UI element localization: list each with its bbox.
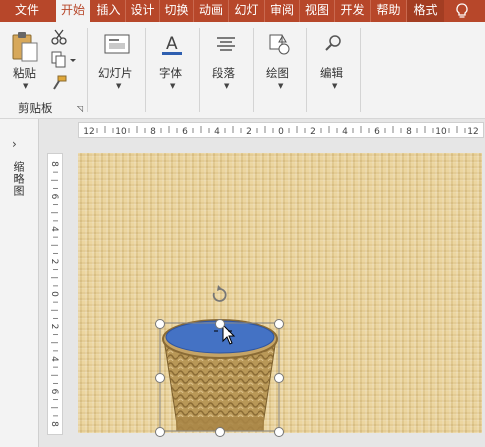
format-painter-icon[interactable] bbox=[50, 74, 68, 92]
ruler-tick-label: 10 bbox=[115, 127, 127, 137]
group-divider bbox=[360, 28, 361, 112]
drawing-dropdown-arrow[interactable]: ▼ bbox=[278, 82, 283, 90]
resize-handle-top-right[interactable] bbox=[274, 319, 284, 329]
font-dropdown-arrow[interactable]: ▼ bbox=[170, 82, 175, 90]
editing-dropdown-arrow[interactable]: ▼ bbox=[332, 82, 337, 90]
tab-animations[interactable]: 动画 bbox=[194, 0, 229, 22]
ruler-tick-label: 12 bbox=[83, 127, 94, 137]
ruler-tick-label: 6 bbox=[49, 194, 59, 200]
group-divider bbox=[306, 28, 307, 112]
drawing-label[interactable]: 绘图 bbox=[266, 65, 289, 81]
ruler-tick-label: 8 bbox=[49, 421, 59, 427]
clipboard-group-label: 剪贴板 bbox=[18, 101, 53, 115]
editing-icon[interactable] bbox=[320, 30, 354, 64]
editing-label[interactable]: 编辑 bbox=[320, 65, 343, 81]
ruler-tick-label: 2 bbox=[49, 324, 59, 330]
paragraph-dropdown-arrow[interactable]: ▼ bbox=[224, 82, 229, 90]
paragraph-label[interactable]: 段落 bbox=[212, 65, 235, 81]
lightbulb-icon[interactable] bbox=[452, 0, 472, 22]
expand-pane-icon[interactable]: › bbox=[12, 137, 17, 151]
slides-dropdown-arrow[interactable]: ▼ bbox=[116, 82, 121, 90]
tab-review[interactable]: 审阅 bbox=[265, 0, 300, 22]
ruler-tick-label: 0 bbox=[278, 127, 284, 137]
ribbon-tab-bar: 文件 开始 插入 设计 切换 动画 幻灯 审阅 视图 开发 帮助 格式 bbox=[0, 0, 485, 23]
resize-handle-bottom-right[interactable] bbox=[274, 427, 284, 437]
ruler-tick-label: 4 bbox=[49, 226, 59, 232]
resize-handle-top-left[interactable] bbox=[155, 319, 165, 329]
paste-dropdown-arrow[interactable]: ▼ bbox=[23, 82, 28, 90]
slides-icon[interactable] bbox=[103, 30, 137, 64]
ruler-tick-label: 6 bbox=[374, 127, 380, 137]
resize-handle-right[interactable] bbox=[274, 373, 284, 383]
resize-handle-bottom-left[interactable] bbox=[155, 427, 165, 437]
tab-insert[interactable]: 插入 bbox=[92, 0, 126, 22]
tab-format[interactable]: 格式 bbox=[407, 0, 444, 22]
resize-handle-bottom[interactable] bbox=[215, 427, 225, 437]
ruler-tick-label: 4 bbox=[342, 127, 348, 137]
ribbon: 粘贴 ▼ 剪贴板 ◹ 幻灯片 ▼ A 字体 ▼ 段落 ▼ 绘图 ▼ 编辑 ▼ bbox=[0, 22, 485, 119]
thumbnail-pane-label: 缩略图 bbox=[12, 161, 25, 197]
paste-label[interactable]: 粘贴 bbox=[13, 65, 36, 81]
horizontal-ruler: 12 10 8 6 4 2 0 2 4 6 8 10 12 bbox=[78, 122, 484, 138]
rotate-icon[interactable] bbox=[212, 285, 227, 302]
ruler-tick-label: 8 bbox=[150, 127, 156, 137]
vertical-ruler: 8 6 4 2 0 2 4 6 8 bbox=[47, 153, 63, 435]
group-divider bbox=[199, 28, 200, 112]
thumbnail-pane[interactable]: › 缩略图 bbox=[0, 119, 39, 447]
tab-file[interactable]: 文件 bbox=[0, 0, 54, 22]
ruler-tick-label: 6 bbox=[182, 127, 188, 137]
cut-icon[interactable] bbox=[50, 28, 68, 46]
tab-developer[interactable]: 开发 bbox=[335, 0, 371, 22]
ruler-tick-label: 12 bbox=[467, 127, 478, 137]
ruler-tick-label: 4 bbox=[214, 127, 220, 137]
tab-transitions[interactable]: 切换 bbox=[160, 0, 194, 22]
group-divider bbox=[87, 28, 88, 112]
tab-view[interactable]: 视图 bbox=[300, 0, 335, 22]
basket-image[interactable] bbox=[162, 319, 278, 432]
paragraph-icon[interactable] bbox=[212, 30, 246, 64]
tab-design[interactable]: 设计 bbox=[126, 0, 160, 22]
ruler-tick-label: 8 bbox=[49, 161, 59, 167]
ruler-tick-label: 10 bbox=[435, 127, 447, 137]
tab-slideshow[interactable]: 幻灯 bbox=[229, 0, 265, 22]
tab-home[interactable]: 开始 bbox=[56, 0, 90, 23]
svg-text:A: A bbox=[166, 34, 178, 54]
group-divider bbox=[145, 28, 146, 112]
ruler-tick-label: 2 bbox=[310, 127, 316, 137]
paste-icon[interactable] bbox=[10, 30, 44, 64]
ruler-tick-label: 6 bbox=[49, 389, 59, 395]
ruler-tick-label: 2 bbox=[49, 259, 59, 265]
ruler-tick-label: 2 bbox=[246, 127, 252, 137]
ruler-tick-label: 8 bbox=[406, 127, 412, 137]
font-label[interactable]: 字体 bbox=[159, 65, 182, 81]
slides-label[interactable]: 幻灯片 bbox=[98, 65, 133, 81]
tab-help[interactable]: 帮助 bbox=[371, 0, 407, 22]
group-divider bbox=[253, 28, 254, 112]
copy-icon[interactable] bbox=[50, 51, 76, 69]
ruler-tick-label: 4 bbox=[49, 356, 59, 362]
resize-handle-top[interactable] bbox=[215, 319, 225, 329]
drawing-icon[interactable] bbox=[265, 30, 299, 64]
clipboard-dialog-launcher-icon[interactable]: ◹ bbox=[77, 104, 83, 113]
font-icon[interactable]: A bbox=[158, 30, 192, 64]
resize-handle-left[interactable] bbox=[155, 373, 165, 383]
slide-canvas[interactable] bbox=[78, 153, 482, 433]
ruler-tick-label: 0 bbox=[49, 291, 59, 297]
